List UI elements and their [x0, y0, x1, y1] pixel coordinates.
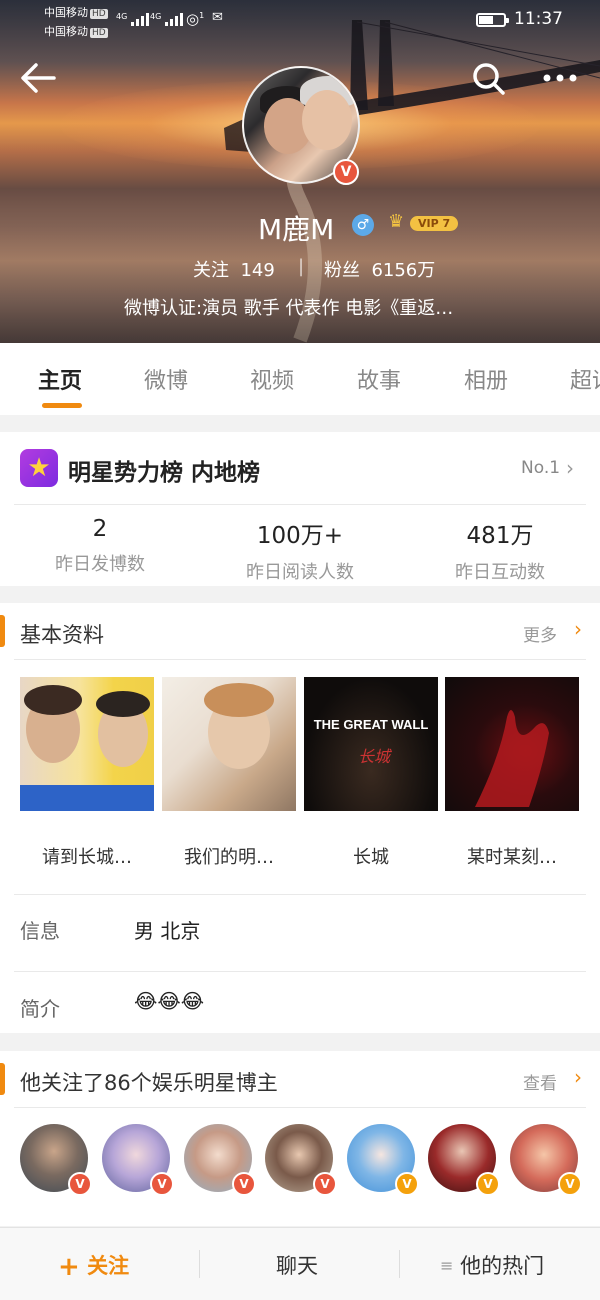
menu-lines-icon: ≡	[440, 1256, 454, 1275]
followed-star-avatar[interactable]: V	[510, 1124, 582, 1196]
hot-posts-button[interactable]: ≡ 他的热门	[440, 1250, 544, 1280]
verified-badge-icon: V	[150, 1172, 174, 1196]
following-count[interactable]: 关注 149	[193, 256, 275, 282]
ranking-position: No.1	[521, 458, 561, 478]
followed-star-avatar[interactable]: V	[428, 1124, 500, 1196]
view-link[interactable]: 查看	[523, 1069, 557, 1094]
poster-hands-graphic	[475, 710, 549, 807]
basic-info-title: 基本资料	[20, 623, 104, 647]
verified-badge-icon: V	[68, 1172, 92, 1196]
wechat-icon: ✉	[212, 10, 223, 25]
plus-icon: +	[58, 1252, 80, 1282]
stat-interactions-yesterday: 481万 昨日互动数	[455, 523, 545, 583]
search-button[interactable]	[468, 58, 508, 98]
work-caption-2: 我们的明…	[184, 847, 274, 868]
stat-readers-yesterday: 100万+ 昨日阅读人数	[246, 523, 354, 583]
work-caption-1: 请到长城…	[42, 847, 132, 868]
tab-story[interactable]: 故事	[357, 363, 401, 395]
carrier-1: 中国移动 HD	[44, 6, 108, 19]
chevron-right-icon[interactable]: ›	[574, 1065, 582, 1089]
fans-count[interactable]: 粉丝 6156万	[324, 256, 435, 282]
chat-button[interactable]: 聊天	[276, 1250, 318, 1280]
more-icon	[543, 74, 577, 82]
divider	[14, 894, 586, 895]
tab-super-topic[interactable]: 超话	[570, 363, 600, 395]
more-link[interactable]: 更多	[523, 621, 557, 646]
stat-posts-yesterday: 2 昨日发博数	[55, 516, 145, 575]
bottom-action-bar: + 关注 聊天 ≡ 他的热门	[0, 1227, 600, 1300]
followed-star-avatar[interactable]: V	[347, 1124, 419, 1196]
stats-separator: |	[298, 256, 305, 277]
bio-label: 简介	[20, 997, 60, 1021]
verified-badge-icon: V	[476, 1172, 500, 1196]
hotspot-icon: ◎1	[186, 10, 205, 28]
verified-badge-icon: V	[395, 1172, 419, 1196]
poster-title-text: THE GREAT WALL	[313, 717, 429, 732]
vip-level-badge[interactable]: VIP 7	[410, 216, 459, 231]
bio-value: 😂😂😂	[134, 989, 205, 1013]
followed-star-avatar[interactable]: V	[184, 1124, 256, 1196]
follow-button[interactable]: + 关注	[58, 1250, 129, 1282]
back-arrow-icon	[21, 63, 56, 93]
chevron-right-icon[interactable]: ›	[574, 617, 582, 641]
vip-crown-icon: ♛	[388, 211, 405, 232]
star-ranking-icon: ★	[20, 449, 58, 487]
tab-weibo[interactable]: 微博	[144, 363, 188, 395]
work-poster-4[interactable]	[445, 677, 579, 811]
profile-header: 中国移动 HD 中国移动 HD 4G 4G ◎1 ✉ 11:37 V M鹿M ♂…	[0, 0, 600, 343]
divider	[199, 1250, 200, 1278]
work-poster-3[interactable]: THE GREAT WALL 长城	[304, 677, 438, 811]
search-icon	[473, 63, 505, 95]
signal-icon: 4G	[150, 12, 184, 26]
more-button[interactable]	[536, 58, 584, 98]
male-gender-icon: ♂	[352, 214, 374, 236]
status-bar: 中国移动 HD 中国移动 HD 4G 4G ◎1 ✉ 11:37	[0, 0, 600, 44]
followed-star-avatar[interactable]: V	[20, 1124, 92, 1196]
divider	[14, 504, 586, 505]
info-value: 男 北京	[134, 919, 201, 943]
active-tab-indicator	[42, 403, 82, 408]
basic-info-card: 基本资料 更多 › THE GREAT WALL 长城 请到长城… 我们的明… …	[0, 603, 600, 1033]
verified-badge-icon: V	[232, 1172, 256, 1196]
work-poster-1[interactable]	[20, 677, 154, 811]
signal-icon: 4G	[116, 12, 150, 26]
verified-badge-icon: V	[313, 1172, 337, 1196]
verified-badge-icon: V	[333, 159, 359, 185]
divider	[14, 971, 586, 972]
verification-text: 微博认证:演员 歌手 代表作 电影《重返…	[124, 298, 454, 319]
status-time: 11:37	[514, 9, 563, 29]
battery-icon	[476, 13, 509, 27]
followed-star-avatar[interactable]: V	[265, 1124, 337, 1196]
divider	[14, 659, 586, 660]
verified-badge-icon: V	[558, 1172, 582, 1196]
work-poster-2[interactable]	[162, 677, 296, 811]
ranking-title: 明星势力榜 内地榜	[68, 460, 261, 486]
followed-star-avatar[interactable]: V	[102, 1124, 174, 1196]
star-ranking-card[interactable]: ★ 明星势力榜 内地榜 No.1 › 2 昨日发博数 100万+ 昨日阅读人数 …	[0, 432, 600, 586]
tab-home[interactable]: 主页	[38, 363, 82, 395]
profile-name: M鹿M	[258, 213, 335, 246]
work-caption-3: 长城	[353, 847, 389, 868]
divider	[399, 1250, 400, 1278]
divider	[14, 1107, 586, 1108]
following-title: 他关注了86个娱乐明星博主	[20, 1071, 278, 1095]
info-label: 信息	[20, 919, 60, 943]
carrier-2: 中国移动 HD	[44, 25, 108, 38]
back-button[interactable]	[16, 58, 60, 98]
tab-video[interactable]: 视频	[250, 363, 294, 395]
profile-tabs: 主页 微博 视频 故事 相册 超话	[0, 343, 600, 415]
following-stars-card: 他关注了86个娱乐明星博主 查看 › V V V V V V V	[0, 1051, 600, 1226]
chevron-right-icon: ›	[566, 456, 574, 480]
tab-album[interactable]: 相册	[464, 363, 508, 395]
work-caption-4: 某时某刻…	[467, 847, 557, 868]
section-accent-bar	[0, 615, 5, 647]
section-accent-bar	[0, 1063, 5, 1095]
